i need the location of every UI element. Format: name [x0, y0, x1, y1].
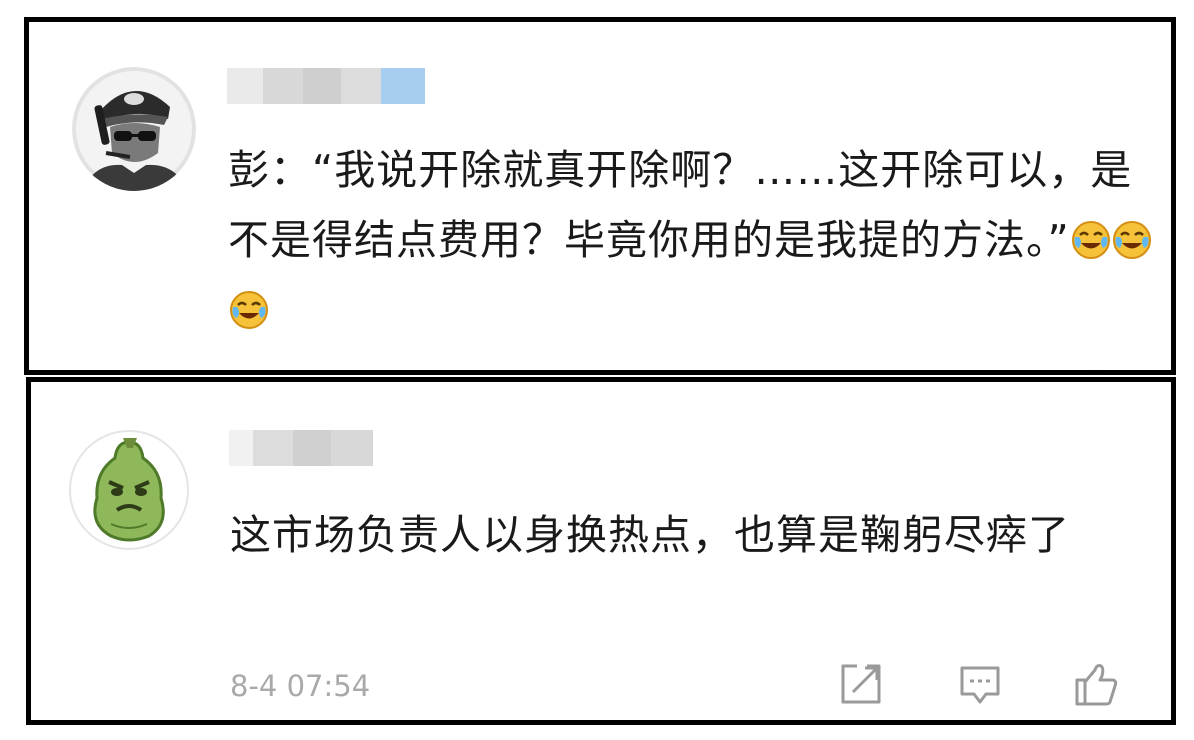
avatar[interactable] — [67, 428, 191, 552]
comment-card: 这市场负责人以身换热点，也算是鞠躬尽瘁了 8-4 07:54 — [26, 377, 1176, 725]
comment-text: 这市场负责人以身换热点，也算是鞠躬尽瘁了 — [230, 511, 1070, 559]
obscured-username — [227, 68, 425, 104]
crying-laughing-emoji — [1112, 220, 1152, 260]
thumbs-up-icon[interactable] — [1071, 660, 1119, 708]
comment-icon[interactable] — [956, 660, 1004, 708]
share-icon[interactable] — [837, 660, 885, 708]
comment-text: 彭：“我说开除就真开除啊？……这开除可以，是不是得结点费用？毕竟你用的是我提的方… — [228, 135, 1158, 345]
cropped-action-icons — [1095, 369, 1097, 370]
obscured-username — [229, 430, 373, 466]
comment-card: 彭：“我说开除就真开除啊？……这开除可以，是不是得结点费用？毕竟你用的是我提的方… — [24, 17, 1176, 375]
crying-laughing-emoji — [229, 290, 269, 330]
comment-timestamp: 8-4 07:54 — [230, 669, 371, 703]
avatar[interactable] — [72, 67, 196, 191]
crying-laughing-emoji — [1071, 220, 1111, 260]
